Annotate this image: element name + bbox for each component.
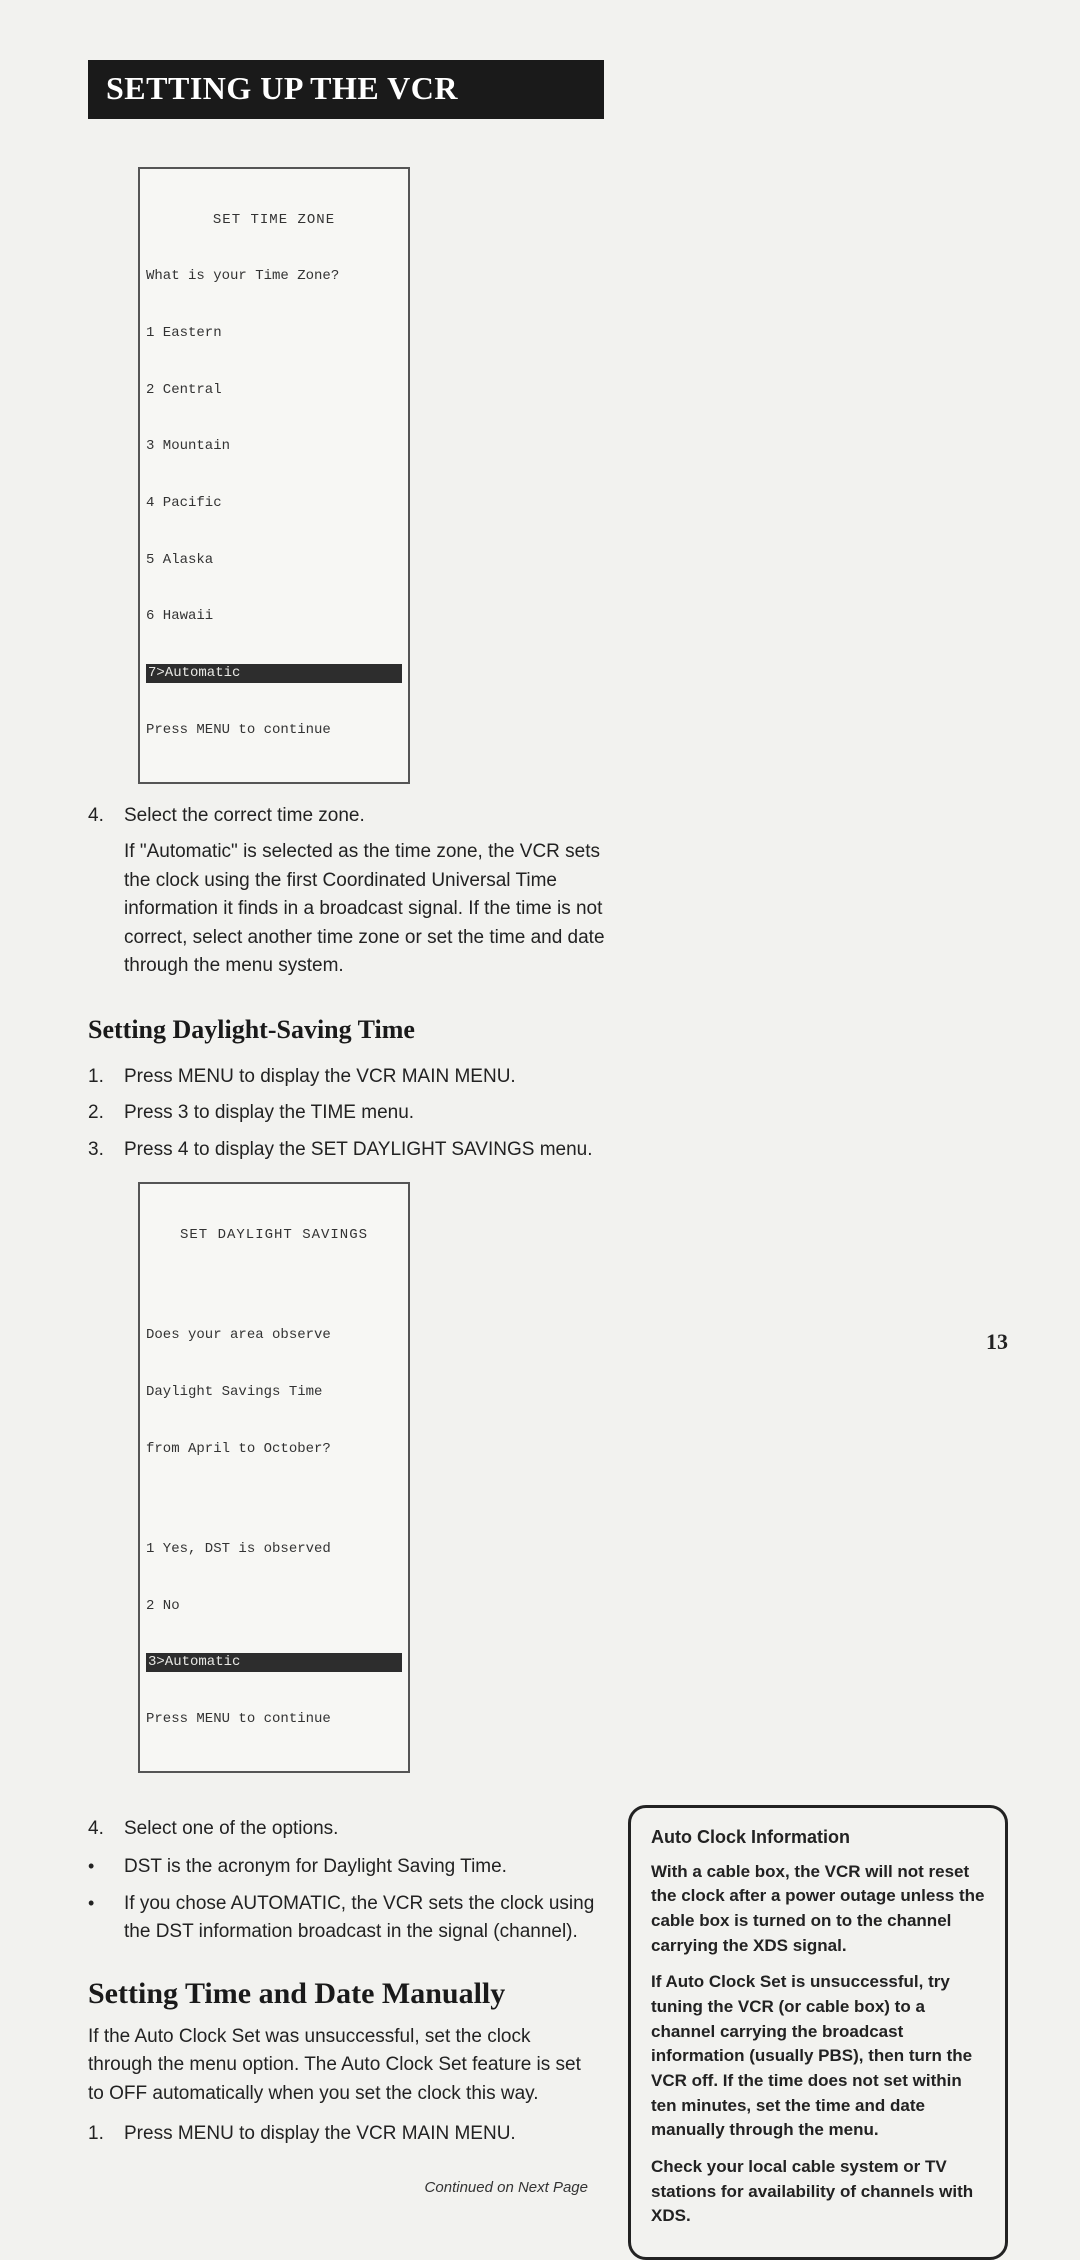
page-number: 13 <box>986 1329 1008 1355</box>
step-text: Press 4 to display the SET DAYLIGHT SAVI… <box>124 1136 593 1165</box>
sidebox-title: Auto Clock Information <box>651 1824 985 1850</box>
osd-prompt: What is your Time Zone? <box>146 267 402 286</box>
osd-title: SET DAYLIGHT SAVINGS <box>146 1226 402 1245</box>
osd-option: 5 Alaska <box>146 551 402 570</box>
continued-note: Continued on Next Page <box>88 2179 588 2196</box>
step-item: 1.Press MENU to display the VCR MAIN MEN… <box>88 1063 648 1092</box>
osd-option: 3 Mountain <box>146 437 402 456</box>
osd-option: 2 Central <box>146 381 402 400</box>
auto-clock-info-box: Auto Clock Information With a cable box,… <box>628 1805 1008 2260</box>
step-item: 1.Press MENU to display the VCR MAIN MEN… <box>88 2120 598 2149</box>
bullet-text: If you chose AUTOMATIC, the VCR sets the… <box>124 1890 598 1947</box>
sidebox-paragraph: If Auto Clock Set is unsuccessful, try t… <box>651 1970 985 2142</box>
step-item: 2.Press 3 to display the TIME menu. <box>88 1099 648 1128</box>
subheading-dst: Setting Daylight-Saving Time <box>88 1015 648 1045</box>
osd-footer: Press MENU to continue <box>146 721 402 740</box>
osd-option: 6 Hawaii <box>146 607 402 626</box>
body-paragraph: If "Automatic" is selected as the time z… <box>124 838 624 981</box>
body-paragraph: If the Auto Clock Set was unsuccessful, … <box>88 2023 598 2109</box>
osd-line: Daylight Savings Time <box>146 1383 402 1402</box>
osd-line: Does your area observe <box>146 1326 402 1345</box>
osd-daylight-savings: SET DAYLIGHT SAVINGS Does your area obse… <box>138 1182 410 1773</box>
step-text: Select one of the options. <box>124 1815 338 1844</box>
osd-line: from April to October? <box>146 1440 402 1459</box>
osd-option: 1 Yes, DST is observed <box>146 1540 402 1559</box>
bullet-item: •If you chose AUTOMATIC, the VCR sets th… <box>88 1890 598 1947</box>
subheading-manual: Setting Time and Date Manually <box>88 1977 598 2011</box>
osd-option: 4 Pacific <box>146 494 402 513</box>
step-item: 4.Select the correct time zone. <box>88 802 648 831</box>
sidebox-paragraph: With a cable box, the VCR will not reset… <box>651 1860 985 1959</box>
step-text: Select the correct time zone. <box>124 802 365 831</box>
osd-option: 1 Eastern <box>146 324 402 343</box>
osd-time-zone: SET TIME ZONE What is your Time Zone? 1 … <box>138 167 410 784</box>
bullet-text: DST is the acronym for Daylight Saving T… <box>124 1853 507 1882</box>
step-text: Press MENU to display the VCR MAIN MENU. <box>124 2120 516 2149</box>
section-banner: SETTING UP THE VCR <box>88 60 604 119</box>
sidebox-paragraph: Check your local cable system or TV stat… <box>651 2155 985 2229</box>
step-text: Press 3 to display the TIME menu. <box>124 1099 414 1128</box>
osd-option-selected: 7>Automatic <box>146 664 402 683</box>
step-text: Press MENU to display the VCR MAIN MENU. <box>124 1063 516 1092</box>
osd-option: 2 No <box>146 1597 402 1616</box>
osd-option-selected: 3>Automatic <box>146 1653 402 1672</box>
osd-title: SET TIME ZONE <box>146 211 402 230</box>
step-item: 3.Press 4 to display the SET DAYLIGHT SA… <box>88 1136 648 1165</box>
osd-footer: Press MENU to continue <box>146 1710 402 1729</box>
bullet-item: •DST is the acronym for Daylight Saving … <box>88 1853 598 1882</box>
step-item: 4.Select one of the options. <box>88 1815 598 1844</box>
